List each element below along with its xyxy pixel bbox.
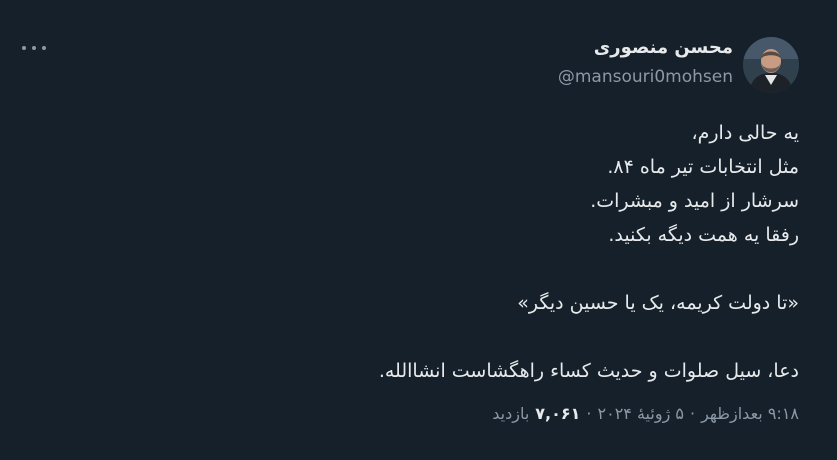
meta-separator: · — [586, 404, 592, 423]
meta-separator: · — [689, 404, 696, 423]
author-display-name[interactable]: محسن منصوری — [594, 37, 733, 58]
tweet-line: «تا دولت کریمه، یک یا حسین دیگر» — [517, 292, 799, 314]
avatar[interactable] — [743, 37, 799, 93]
author-handle[interactable]: @mansouri0mohsen — [558, 67, 733, 87]
more-options-button[interactable] — [22, 40, 46, 56]
tweet-line: یه حالی دارم، — [691, 122, 799, 144]
tweet-time[interactable]: ۹:۱۸ بعدازظهر — [701, 404, 799, 423]
more-icon-dot — [22, 46, 26, 50]
more-icon-dot — [32, 46, 36, 50]
tweet-line: سرشار از امید و مبشرات. — [590, 190, 799, 212]
views-label: بازدید — [492, 404, 530, 423]
views-count: ۷,۰۶۱ — [535, 404, 581, 423]
tweet-line: رفقا یه همت دیگه بکنید. — [608, 224, 799, 246]
tweet-card: محسن منصوری @mansouri0mohsen یه حالی دار… — [0, 0, 837, 460]
more-icon-dot — [42, 46, 46, 50]
tweet-line: دعا، سیل صلوات و حدیث کساء راهگشاست انشا… — [378, 360, 799, 382]
tweet-date[interactable]: ۵ ژوئیهٔ ۲۰۲۴ — [598, 404, 684, 423]
tweet-text: یه حالی دارم، مثل انتخابات تیر ماه ۸۴. س… — [159, 116, 799, 388]
tweet-line: مثل انتخابات تیر ماه ۸۴. — [607, 156, 799, 178]
profile-photo-icon — [743, 37, 799, 93]
tweet-meta: ۹:۱۸ بعدازظهر · ۵ ژوئیهٔ ۲۰۲۴ · ۷,۰۶۱ با… — [492, 404, 799, 423]
